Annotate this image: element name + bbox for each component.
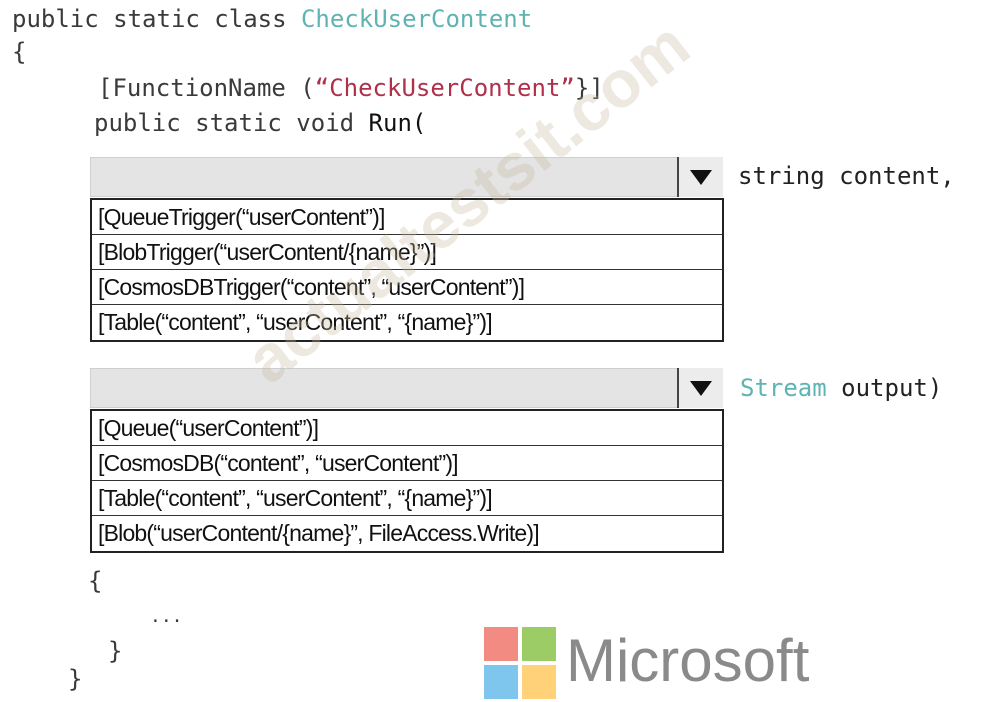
output-option-queue[interactable]: [Queue(“userContent”)] (92, 411, 722, 446)
output-parameter-text: output) (826, 374, 943, 402)
method-body-open-brace: { (88, 567, 103, 595)
class-close-brace: } (68, 665, 83, 693)
class-declaration: public static class CheckUserContent (12, 4, 532, 34)
trigger-parameter-text: string content, (738, 162, 955, 190)
output-option-table[interactable]: [Table(“content”, “userContent”, “{name}… (92, 481, 722, 516)
logo-square-yellow (522, 665, 556, 699)
microsoft-wordmark: Microsoft (566, 627, 810, 694)
caret-down-icon (690, 381, 712, 396)
microsoft-logo-icon (484, 627, 559, 702)
trigger-parameter: string content, (738, 162, 955, 190)
function-name-string: “CheckUserContent” (314, 74, 575, 102)
method-body-ellipsis: ... (150, 606, 183, 627)
class-declaration-prefix: public static class (12, 5, 301, 33)
class-open-brace: { (12, 38, 27, 66)
trigger-options-list: [QueueTrigger(“userContent”)] [BlobTrigg… (90, 198, 724, 342)
method-name: Run( (368, 109, 427, 137)
logo-square-red (484, 627, 518, 661)
attribute-open: [FunctionName ( (98, 74, 315, 102)
method-body-close-brace: } (108, 637, 123, 665)
output-options-list: [Queue(“userContent”)] [CosmosDB(“conten… (90, 409, 724, 553)
logo-square-blue (484, 665, 518, 699)
trigger-binding-dropdown[interactable] (90, 157, 723, 197)
trigger-option-blob[interactable]: [BlobTrigger(“userContent/{name}”)] (92, 235, 722, 270)
trigger-option-queue[interactable]: [QueueTrigger(“userContent”)] (92, 200, 722, 235)
output-parameter: Stream output) (740, 374, 942, 402)
method-signature: public static void Run( (94, 108, 426, 138)
method-signature-prefix: public static void (94, 109, 369, 137)
class-name: CheckUserContent (300, 5, 533, 33)
trigger-option-cosmosdb[interactable]: [CosmosDBTrigger(“content”, “userContent… (92, 270, 722, 305)
output-option-blob[interactable]: [Blob(“userContent/{name}”, FileAccess.W… (92, 516, 722, 551)
output-option-cosmosdb[interactable]: [CosmosDB(“content”, “userContent”)] (92, 446, 722, 481)
attribute-close: }] (574, 74, 604, 102)
output-dropdown-toggle[interactable] (677, 368, 723, 408)
output-binding-dropdown[interactable] (90, 368, 723, 408)
output-parameter-type: Stream (740, 374, 827, 402)
trigger-option-table[interactable]: [Table(“content”, “userContent”, “{name}… (92, 305, 722, 340)
trigger-dropdown-toggle[interactable] (677, 157, 723, 197)
function-name-attribute: [FunctionName (“CheckUserContent”}] (98, 73, 604, 103)
caret-down-icon (690, 170, 712, 185)
logo-square-green (522, 627, 556, 661)
